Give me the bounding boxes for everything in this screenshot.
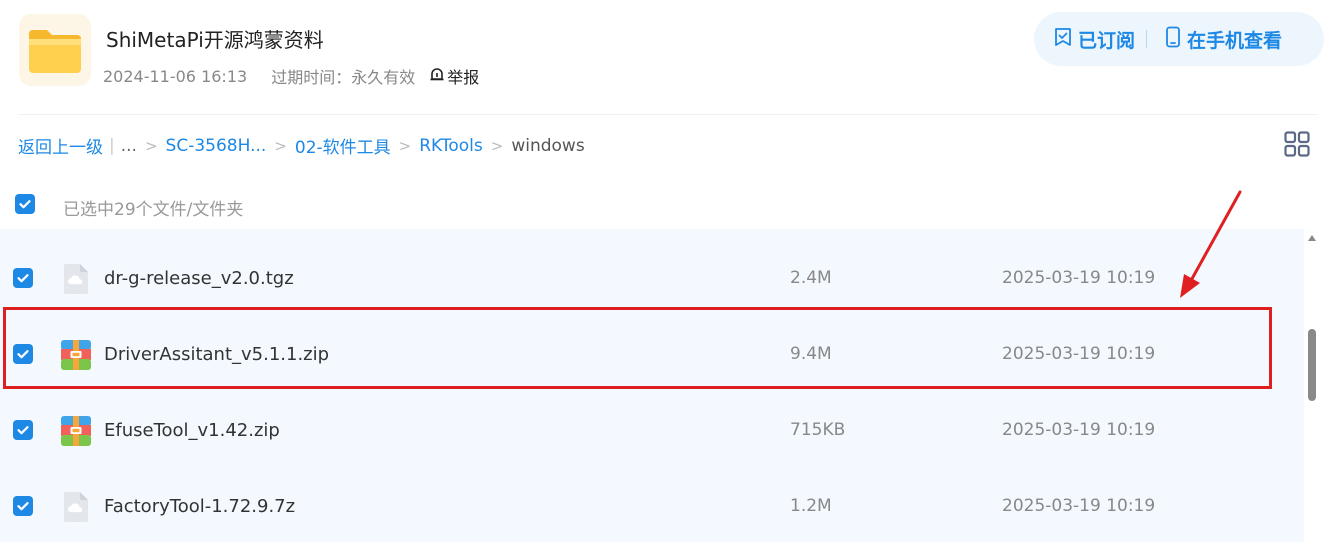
check-icon — [17, 426, 29, 435]
breadcrumb-current: windows — [511, 135, 585, 156]
row-checkbox[interactable] — [13, 420, 33, 440]
row-checkbox[interactable] — [13, 268, 33, 288]
header-divider — [18, 114, 1318, 115]
breadcrumb-separator: > — [144, 136, 158, 155]
view-on-phone-button[interactable]: 在手机查看 — [1165, 26, 1282, 53]
subscribe-button[interactable]: 已订阅 — [1054, 26, 1135, 53]
share-header: ShiMetaPi开源鸿蒙资料 2024-11-06 16:13 过期时间：永久… — [0, 0, 1336, 114]
phone-icon — [1165, 26, 1181, 53]
header-actions: 已订阅 在手机查看 — [1034, 12, 1324, 66]
file-date: 2025-03-19 10:19 — [1002, 496, 1156, 516]
file-size: 2.4M — [790, 268, 832, 288]
select-all-row: 已选中29个文件/文件夹 — [0, 186, 1300, 226]
expire-info: 过期时间：永久有效 — [271, 68, 416, 87]
file-row[interactable]: FactoryTool-1.72.9.7z 1.2M 2025-03-19 10… — [0, 463, 1304, 539]
file-name[interactable]: EfuseTool_v1.42.zip — [104, 420, 280, 441]
file-size: 715KB — [790, 420, 846, 440]
breadcrumb-separator: > — [490, 136, 504, 155]
list-scrollbar[interactable] — [1304, 229, 1322, 542]
cloud-file-icon — [60, 263, 92, 295]
share-date: 2024-11-06 16:13 — [103, 66, 248, 86]
check-icon — [17, 350, 29, 359]
breadcrumb-ellipsis[interactable]: ... — [121, 136, 137, 156]
check-icon — [17, 502, 29, 511]
breadcrumb-item[interactable]: SC-3568H... — [166, 136, 267, 156]
grid-view-icon[interactable] — [1284, 131, 1310, 157]
breadcrumb: 返回上一级 | ... > SC-3568H... > 02-软件工具 > RK… — [18, 133, 585, 159]
check-icon — [17, 274, 29, 283]
cloud-file-icon — [60, 491, 92, 523]
scroll-thumb[interactable] — [1308, 329, 1316, 401]
breadcrumb-item[interactable]: 02-软件工具 — [295, 133, 391, 158]
report-label: 举报 — [447, 68, 480, 87]
breadcrumb-separator: > — [274, 136, 287, 155]
file-row[interactable]: EfuseTool_v1.42.zip 715KB 2025-03-19 10:… — [0, 387, 1304, 463]
file-date: 2025-03-19 10:19 — [1002, 268, 1156, 288]
breadcrumb-item[interactable]: RKTools — [419, 136, 483, 156]
file-name[interactable]: DriverAssitant_v5.1.1.zip — [104, 344, 329, 365]
bookmark-check-icon — [1054, 27, 1072, 52]
row-checkbox[interactable] — [13, 344, 33, 364]
file-date: 2025-03-19 10:19 — [1002, 420, 1156, 440]
file-date: 2025-03-19 10:19 — [1002, 344, 1156, 364]
report-icon — [429, 66, 445, 86]
scroll-up-arrow-icon[interactable] — [1308, 235, 1316, 241]
file-list: dr-g-release_v2.0.tgz 2.4M 2025-03-19 10… — [0, 229, 1304, 542]
file-row[interactable]: dr-g-release_v2.0.tgz 2.4M 2025-03-19 10… — [0, 235, 1304, 311]
view-on-phone-label: 在手机查看 — [1187, 29, 1283, 52]
breadcrumb-separator: > — [398, 136, 412, 155]
file-size: 9.4M — [790, 344, 832, 364]
select-all-checkbox[interactable] — [15, 194, 35, 214]
zip-file-icon — [60, 415, 92, 447]
folder-icon — [19, 14, 91, 86]
file-size: 1.2M — [790, 496, 832, 516]
zip-file-icon — [60, 339, 92, 371]
report-link[interactable]: 举报 — [429, 64, 479, 88]
action-divider — [1146, 30, 1148, 48]
breadcrumb-bar: | — [109, 135, 115, 156]
file-name[interactable]: FactoryTool-1.72.9.7z — [104, 496, 295, 517]
file-row[interactable]: DriverAssitant_v5.1.1.zip 9.4M 2025-03-1… — [0, 311, 1304, 387]
back-link[interactable]: 返回上一级 — [18, 133, 103, 158]
share-title: ShiMetaPi开源鸿蒙资料 — [106, 28, 324, 52]
row-checkbox[interactable] — [13, 496, 33, 516]
subscribe-label: 已订阅 — [1078, 29, 1136, 52]
file-name[interactable]: dr-g-release_v2.0.tgz — [104, 268, 294, 289]
selection-count: 已选中29个文件/文件夹 — [63, 200, 244, 220]
check-icon — [19, 200, 31, 209]
share-meta: 2024-11-06 16:13 过期时间：永久有效 举报 — [103, 64, 479, 88]
